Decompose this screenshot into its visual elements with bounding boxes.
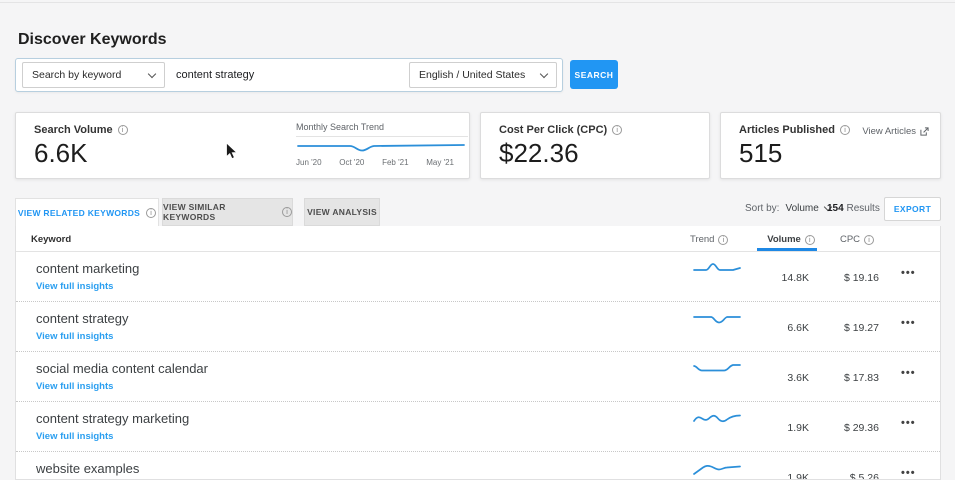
row-menu-button[interactable]: •••: [901, 417, 933, 429]
view-full-insights-link[interactable]: View full insights: [36, 431, 113, 442]
axis-tick: Feb '21: [382, 158, 408, 167]
table-row: social media content calendar View full …: [16, 352, 940, 402]
volume-cell: 6.6K: [729, 322, 809, 334]
cpc-cell: $ 19.16: [799, 272, 879, 284]
volume-cell: 1.9K: [729, 422, 809, 434]
chevron-down-icon: [148, 69, 156, 77]
export-button[interactable]: EXPORT: [884, 197, 941, 221]
cpc-cell: $ 19.27: [799, 322, 879, 334]
volume-cell: 3.6K: [729, 372, 809, 384]
chevron-down-icon: [540, 69, 548, 77]
tab-view-similar-keywords[interactable]: VIEW SIMILAR KEYWORDS: [162, 198, 293, 226]
volume-cell: 1.9K: [729, 472, 809, 480]
related-keywords-table: Keyword Trend Volume CPC content marketi…: [15, 226, 941, 480]
keyword-search-bar: Search by keyword English / United State…: [15, 58, 563, 92]
cpc-cell: $ 17.83: [799, 372, 879, 384]
cpc-label: Cost Per Click (CPC): [499, 124, 622, 136]
trend-x-axis: Jun '20 Oct '20 Feb '21 May '21: [296, 158, 454, 167]
info-icon[interactable]: [718, 235, 728, 245]
table-row: content strategy View full insights 6.6K…: [16, 302, 940, 352]
column-header-volume[interactable]: Volume: [756, 234, 826, 245]
external-link-icon: [920, 127, 929, 136]
active-sort-indicator: [757, 248, 817, 251]
language-country-value: English / United States: [419, 69, 525, 81]
tab-view-analysis[interactable]: VIEW ANALYSIS: [304, 198, 380, 226]
articles-published-label: Articles Published: [739, 124, 850, 136]
axis-tick: Oct '20: [339, 158, 364, 167]
axis-tick: May '21: [426, 158, 454, 167]
search-volume-value: 6.6K: [34, 138, 88, 169]
view-full-insights-link[interactable]: View full insights: [36, 281, 113, 292]
keyword-cell: content strategy: [36, 311, 129, 326]
volume-cell: 14.8K: [729, 272, 809, 284]
info-icon[interactable]: [864, 235, 874, 245]
axis-tick: Jun '20: [296, 158, 322, 167]
column-header-trend[interactable]: Trend: [690, 234, 728, 245]
table-row: content strategy marketing View full ins…: [16, 402, 940, 452]
search-input[interactable]: [176, 62, 401, 88]
search-volume-card: Search Volume 6.6K Monthly Search Trend …: [15, 112, 470, 179]
view-full-insights-link[interactable]: View full insights: [36, 381, 113, 392]
keyword-cell: social media content calendar: [36, 361, 208, 376]
cpc-cell: $ 29.36: [799, 422, 879, 434]
sort-by-label: Sort by:: [745, 203, 779, 214]
row-menu-button[interactable]: •••: [901, 367, 933, 379]
row-menu-button[interactable]: •••: [901, 317, 933, 329]
view-articles-link[interactable]: View Articles: [862, 126, 929, 137]
app-window: Discover Keywords Search by keyword Engl…: [0, 0, 955, 480]
info-icon[interactable]: [118, 125, 128, 135]
cpc-cell: $ 5.26: [799, 472, 879, 480]
trend-chart-title: Monthly Search Trend: [296, 122, 468, 137]
search-mode-select[interactable]: Search by keyword: [22, 62, 165, 88]
tab-view-related-keywords[interactable]: VIEW RELATED KEYWORDS: [15, 198, 159, 226]
language-country-select[interactable]: English / United States: [409, 62, 557, 88]
table-row: website examples View full insights 1.9K…: [16, 452, 940, 480]
monthly-search-trend: Monthly Search Trend Jun '20 Oct '20 Feb…: [296, 122, 468, 167]
search-trend-line-chart: [296, 140, 466, 156]
info-icon[interactable]: [805, 235, 815, 245]
keyword-cell: content strategy marketing: [36, 411, 189, 426]
sort-by-value: Volume: [785, 203, 818, 214]
column-header-keyword: Keyword: [31, 234, 71, 245]
column-header-cpc[interactable]: CPC: [827, 234, 887, 245]
results-count: 154 Results: [827, 203, 880, 214]
top-divider: [0, 2, 955, 3]
cpc-value: $22.36: [499, 138, 579, 169]
table-row: content marketing View full insights 14.…: [16, 252, 940, 302]
page-title: Discover Keywords: [18, 31, 167, 49]
table-header: Keyword Trend Volume CPC: [16, 226, 940, 252]
info-icon[interactable]: [282, 207, 292, 217]
keyword-cell: content marketing: [36, 261, 139, 276]
info-icon[interactable]: [146, 208, 156, 218]
cpc-card: Cost Per Click (CPC) $22.36: [480, 112, 710, 179]
search-volume-label: Search Volume: [34, 124, 128, 136]
search-mode-value: Search by keyword: [32, 69, 121, 81]
view-full-insights-link[interactable]: View full insights: [36, 331, 113, 342]
sort-by-select[interactable]: Sort by: Volume: [745, 203, 831, 214]
table-body: content marketing View full insights 14.…: [16, 252, 940, 480]
articles-published-card: Articles Published View Articles 515: [720, 112, 941, 179]
articles-published-value: 515: [739, 138, 782, 169]
info-icon[interactable]: [840, 125, 850, 135]
row-menu-button[interactable]: •••: [901, 267, 933, 279]
info-icon[interactable]: [612, 125, 622, 135]
keyword-cell: website examples: [36, 461, 139, 476]
search-button[interactable]: SEARCH: [570, 60, 618, 89]
row-menu-button[interactable]: •••: [901, 467, 933, 479]
